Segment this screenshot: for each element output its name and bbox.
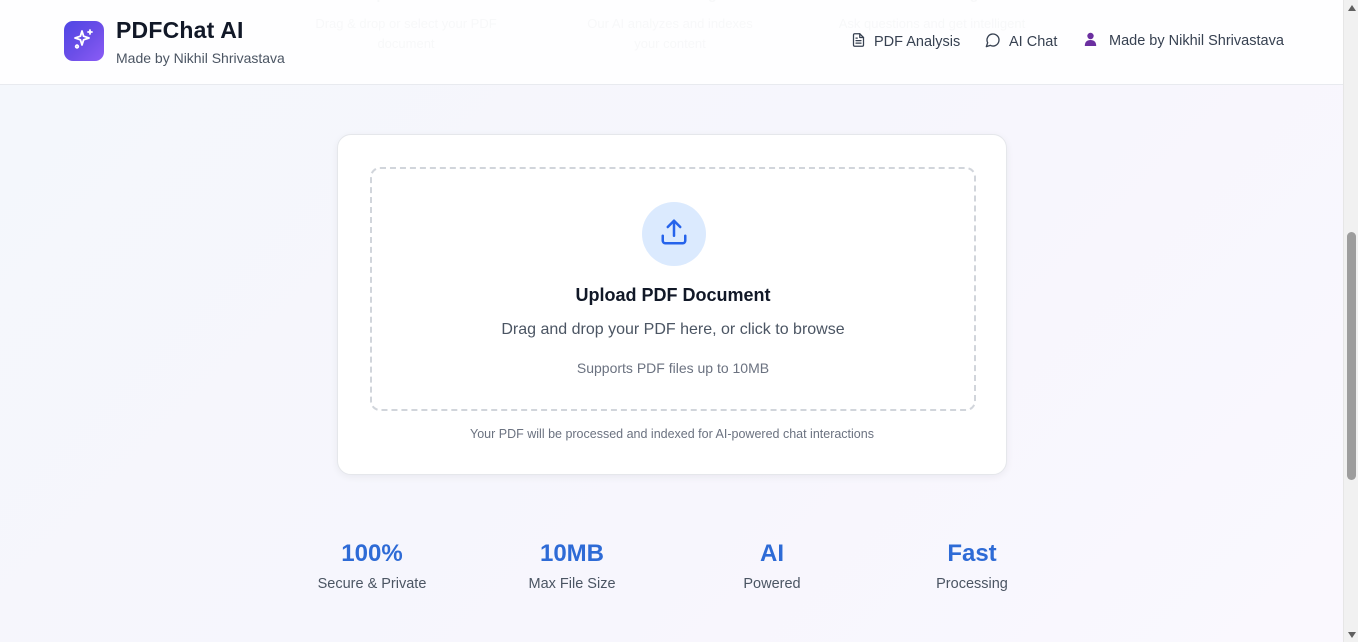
nav-label: Made by Nikhil Shrivastava: [1109, 32, 1284, 49]
scroll-up-arrow-icon[interactable]: [1344, 0, 1358, 15]
stat-value: 10MB: [539, 540, 605, 567]
file-text-icon: [851, 32, 874, 52]
scrollbar-thumb[interactable]: [1347, 232, 1356, 480]
stat-label: Powered: [743, 576, 801, 592]
stat-value: AI: [760, 540, 784, 567]
upload-icon-circle: [642, 202, 706, 266]
upload-support-note: Supports PDF files up to 10MB: [576, 360, 770, 376]
stat-file-size: 10MB Max File Size: [472, 540, 672, 592]
upload-card: Upload PDF Document Drag and drop your P…: [337, 134, 1007, 475]
nav-author-link[interactable]: Made by Nikhil Shrivastava: [1084, 32, 1284, 49]
nav-ai-chat[interactable]: AI Chat: [985, 32, 1057, 52]
stat-label: Processing: [936, 576, 1008, 592]
nav-label: PDF Analysis: [874, 34, 961, 50]
upload-icon: [659, 217, 689, 252]
app-subtitle: Made by Nikhil Shrivastava: [116, 50, 285, 66]
app-logo[interactable]: [64, 21, 104, 61]
page-viewport: Upload PDF Drag & drop or select your PD…: [0, 0, 1343, 642]
nav-pdf-analysis[interactable]: PDF Analysis: [851, 32, 960, 52]
stat-secure: 100% Secure & Private: [272, 540, 472, 592]
scroll-down-arrow-icon[interactable]: [1344, 627, 1358, 642]
upload-instruction: Drag and drop your PDF here, or click to…: [501, 321, 845, 338]
nav-label: AI Chat: [1009, 34, 1058, 50]
stat-label: Secure & Private: [317, 576, 427, 592]
message-circle-icon: [985, 32, 1009, 52]
stat-value: Fast: [947, 540, 997, 567]
upload-footer-note: Your PDF will be processed and indexed f…: [470, 427, 874, 441]
stat-value: 100%: [341, 540, 403, 567]
person-emoji-icon: [1084, 32, 1105, 49]
app-title: PDFChat AI: [116, 17, 244, 43]
sparkles-icon: [72, 27, 96, 56]
stat-label: Max File Size: [528, 576, 616, 592]
stat-fast: Fast Processing: [872, 540, 1072, 592]
stat-ai: AI Powered: [672, 540, 872, 592]
upload-title: Upload PDF Document: [575, 285, 771, 305]
vertical-scrollbar[interactable]: [1343, 0, 1358, 642]
top-header: PDFChat AI Made by Nikhil Shrivastava PD…: [0, 0, 1343, 85]
pdf-dropzone[interactable]: Upload PDF Document Drag and drop your P…: [370, 167, 976, 411]
